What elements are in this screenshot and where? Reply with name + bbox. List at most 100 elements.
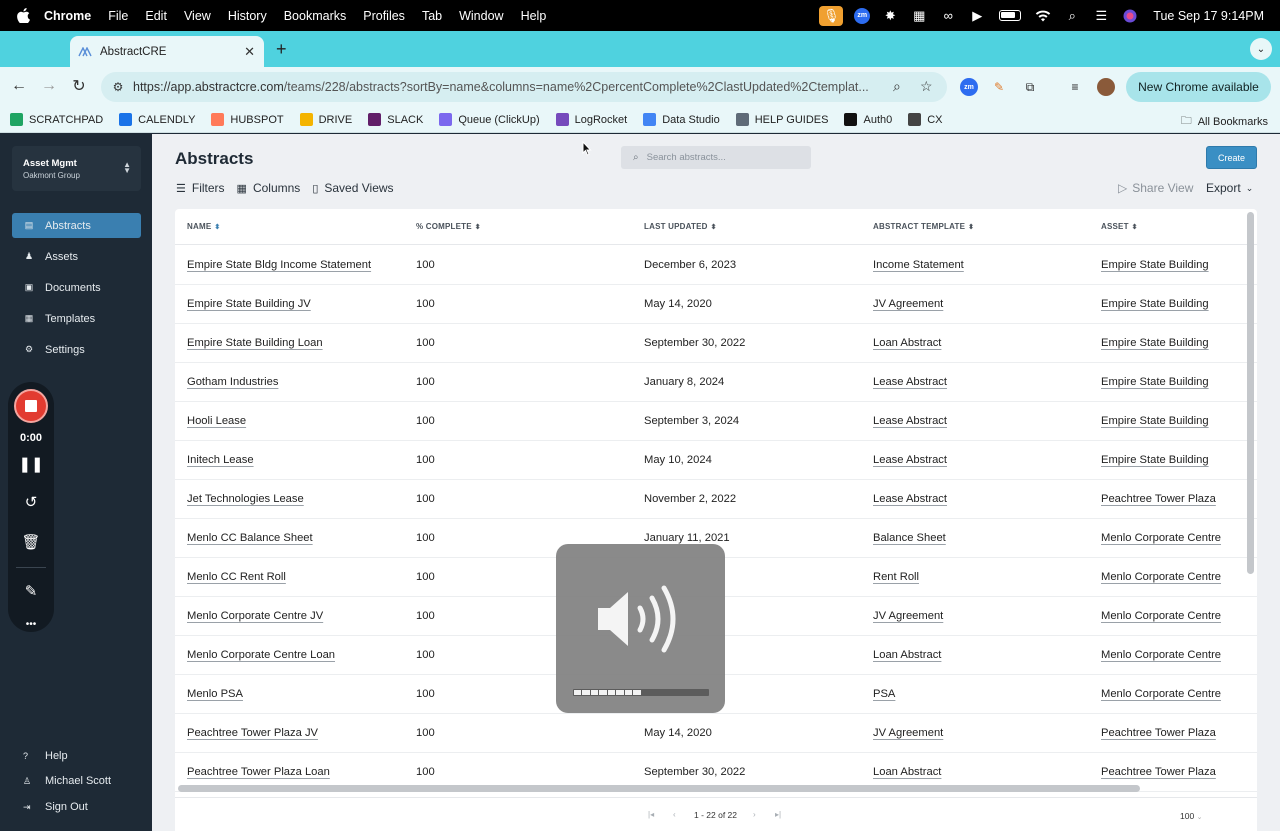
column-header-last-updated[interactable]: LAST UPDATED ⬍ bbox=[644, 222, 717, 231]
site-info-icon[interactable]: ⚙ bbox=[109, 78, 127, 96]
sidebar-item-documents[interactable]: ▣ Documents bbox=[12, 275, 141, 300]
last-page-icon[interactable]: ▸| bbox=[775, 810, 781, 819]
cell-template[interactable]: Lease Abstract bbox=[873, 415, 947, 427]
columns-button[interactable]: ▦ Columns bbox=[237, 181, 301, 195]
bookmark-item[interactable]: Queue (ClickUp) bbox=[439, 113, 540, 126]
control-center-icon[interactable]: ☰ bbox=[1092, 7, 1110, 25]
cell-template[interactable]: JV Agreement bbox=[873, 298, 943, 310]
saved-views-button[interactable]: ▯ Saved Views bbox=[312, 181, 393, 195]
apple-icon[interactable] bbox=[17, 8, 31, 24]
table-row[interactable]: Hooli Lease 100 September 3, 2024 Lease Abs… bbox=[175, 402, 1257, 441]
siri-icon[interactable] bbox=[1121, 7, 1139, 25]
cell-asset[interactable]: Peachtree Tower Plaza bbox=[1101, 727, 1216, 739]
sidebar-item-settings[interactable]: ⚙ Settings bbox=[12, 337, 141, 362]
table-row[interactable]: Jet Technologies Lease 100 November 2, 202… bbox=[175, 480, 1257, 519]
play-icon[interactable]: ▶ bbox=[968, 7, 986, 25]
cell-template[interactable]: Loan Abstract bbox=[873, 337, 941, 349]
first-page-icon[interactable]: |◂ bbox=[648, 810, 654, 819]
back-icon[interactable]: ← bbox=[8, 75, 30, 97]
sidebar-item-templates[interactable]: ▦ Templates bbox=[12, 306, 141, 331]
cell-name[interactable]: Initech Lease bbox=[187, 454, 254, 466]
column-header-complete[interactable]: % COMPLETE ⬍ bbox=[416, 222, 481, 231]
cell-template[interactable]: Income Statement bbox=[873, 259, 964, 271]
cell-name[interactable]: Hooli Lease bbox=[187, 415, 246, 427]
brightness-icon[interactable]: ✸ bbox=[881, 7, 899, 25]
cell-asset[interactable]: Empire State Building bbox=[1101, 298, 1209, 310]
cell-asset[interactable]: Empire State Building bbox=[1101, 337, 1209, 349]
cell-asset[interactable]: Empire State Building bbox=[1101, 415, 1209, 427]
bookmark-item[interactable]: SCRATCHPAD bbox=[10, 113, 103, 126]
search-input[interactable]: ⌕ Search abstracts... bbox=[621, 146, 811, 169]
zoom-icon[interactable]: zm bbox=[854, 7, 871, 24]
pencil-extension-icon[interactable]: ✎ bbox=[990, 78, 1008, 96]
all-bookmarks[interactable]: 🗀 All Bookmarks bbox=[1181, 112, 1268, 131]
prev-page-icon[interactable]: ‹ bbox=[673, 810, 676, 819]
table-row[interactable]: Empire State Building Loan 100 September 3… bbox=[175, 324, 1257, 363]
profile-avatar[interactable] bbox=[1097, 78, 1115, 96]
cell-asset[interactable]: Peachtree Tower Plaza bbox=[1101, 493, 1216, 505]
cell-asset[interactable]: Empire State Building bbox=[1101, 259, 1209, 271]
cell-name[interactable]: Menlo Corporate Centre JV bbox=[187, 610, 323, 622]
cell-asset[interactable]: Menlo Corporate Centre bbox=[1101, 688, 1221, 700]
menubar-clock[interactable]: Tue Sep 17 9:14PM bbox=[1153, 9, 1264, 23]
bookmark-item[interactable]: LogRocket bbox=[555, 113, 627, 126]
cell-template[interactable]: JV Agreement bbox=[873, 610, 943, 622]
sidebar-item-assets[interactable]: ♟ Assets bbox=[12, 244, 141, 269]
cell-name[interactable]: Empire State Building JV bbox=[187, 298, 311, 310]
battery-icon[interactable] bbox=[997, 7, 1023, 25]
menu-file[interactable]: File bbox=[108, 9, 128, 23]
cell-asset[interactable]: Peachtree Tower Plaza bbox=[1101, 766, 1216, 778]
cell-name[interactable]: Peachtree Tower Plaza Loan bbox=[187, 766, 330, 778]
zoom-magnifier-icon[interactable]: ⌕ bbox=[893, 78, 901, 95]
wifi-icon[interactable] bbox=[1034, 7, 1052, 25]
menu-help[interactable]: Help bbox=[521, 9, 547, 23]
bookmark-item[interactable]: CALENDLY bbox=[119, 113, 195, 126]
create-button[interactable]: Create bbox=[1206, 146, 1257, 169]
cell-asset[interactable]: Menlo Corporate Centre bbox=[1101, 610, 1221, 622]
horizontal-scrollbar[interactable] bbox=[178, 785, 1140, 792]
cell-template[interactable]: PSA bbox=[873, 688, 895, 700]
cell-template[interactable]: Lease Abstract bbox=[873, 376, 947, 388]
bookmark-item[interactable]: DRIVE bbox=[299, 113, 352, 126]
bookmark-item[interactable]: SLACK bbox=[368, 113, 423, 126]
cell-name[interactable]: Peachtree Tower Plaza JV bbox=[187, 727, 318, 739]
cell-name[interactable]: Menlo CC Rent Roll bbox=[187, 571, 286, 583]
cell-name[interactable]: Empire State Building Loan bbox=[187, 337, 323, 349]
sidebar-help[interactable]: ? Help bbox=[12, 745, 141, 767]
tab-search-chevron-icon[interactable]: ⌄ bbox=[1250, 38, 1272, 60]
cell-name[interactable]: Jet Technologies Lease bbox=[187, 493, 304, 505]
pause-icon[interactable]: ❚❚ bbox=[18, 454, 43, 474]
sidebar-item-abstracts[interactable]: ▤ Abstracts bbox=[12, 213, 141, 238]
cell-template[interactable]: Rent Roll bbox=[873, 571, 919, 583]
filters-button[interactable]: ☰ Filters bbox=[176, 181, 225, 195]
zoom-extension-icon[interactable]: zm bbox=[960, 78, 978, 96]
cell-name[interactable]: Menlo Corporate Centre Loan bbox=[187, 649, 335, 661]
table-row[interactable]: Empire State Building JV 100 May 14, 2020 J… bbox=[175, 285, 1257, 324]
tab-close-icon[interactable]: ✕ bbox=[244, 44, 255, 60]
bookmark-item[interactable]: HUBSPOT bbox=[211, 113, 284, 126]
forward-icon[interactable]: → bbox=[38, 75, 60, 97]
extensions-puzzle-icon[interactable]: ⧉ bbox=[1021, 78, 1039, 96]
cell-template[interactable]: Loan Abstract bbox=[873, 766, 941, 778]
cell-template[interactable]: JV Agreement bbox=[873, 727, 943, 739]
url-text[interactable]: https://app.abstractcre.com/teams/228/ab… bbox=[133, 80, 883, 94]
browser-tab-abstractcre[interactable]: AbstractCRE ✕ bbox=[70, 36, 264, 67]
table-row[interactable]: Gotham Industries 100 January 8, 2024 Lease… bbox=[175, 363, 1257, 402]
creative-cloud-icon[interactable]: ∞ bbox=[939, 7, 957, 25]
menu-window[interactable]: Window bbox=[459, 9, 503, 23]
bookmark-item[interactable]: CX bbox=[908, 113, 943, 126]
menu-history[interactable]: History bbox=[228, 9, 267, 23]
menu-tab[interactable]: Tab bbox=[422, 9, 442, 23]
cell-name[interactable]: Menlo PSA bbox=[187, 688, 243, 700]
restart-icon[interactable]: ↺ bbox=[21, 492, 41, 512]
bookmark-item[interactable]: Auth0 bbox=[844, 113, 892, 126]
trash-icon[interactable]: 🗑 bbox=[21, 532, 41, 552]
table-row[interactable]: Initech Lease 100 May 10, 2024 Lease Abstra… bbox=[175, 441, 1257, 480]
cell-template[interactable]: Lease Abstract bbox=[873, 454, 947, 466]
cell-name[interactable]: Menlo CC Balance Sheet bbox=[187, 532, 313, 544]
address-bar[interactable]: ⚙ https://app.abstractcre.com/teams/228/… bbox=[101, 72, 947, 102]
search-icon[interactable]: ⌕ bbox=[1063, 7, 1081, 25]
cell-asset[interactable]: Menlo Corporate Centre bbox=[1101, 532, 1221, 544]
column-header-template[interactable]: ABSTRACT TEMPLATE ⬍ bbox=[873, 222, 974, 231]
column-header-asset[interactable]: ASSET ⬍ bbox=[1101, 222, 1138, 231]
